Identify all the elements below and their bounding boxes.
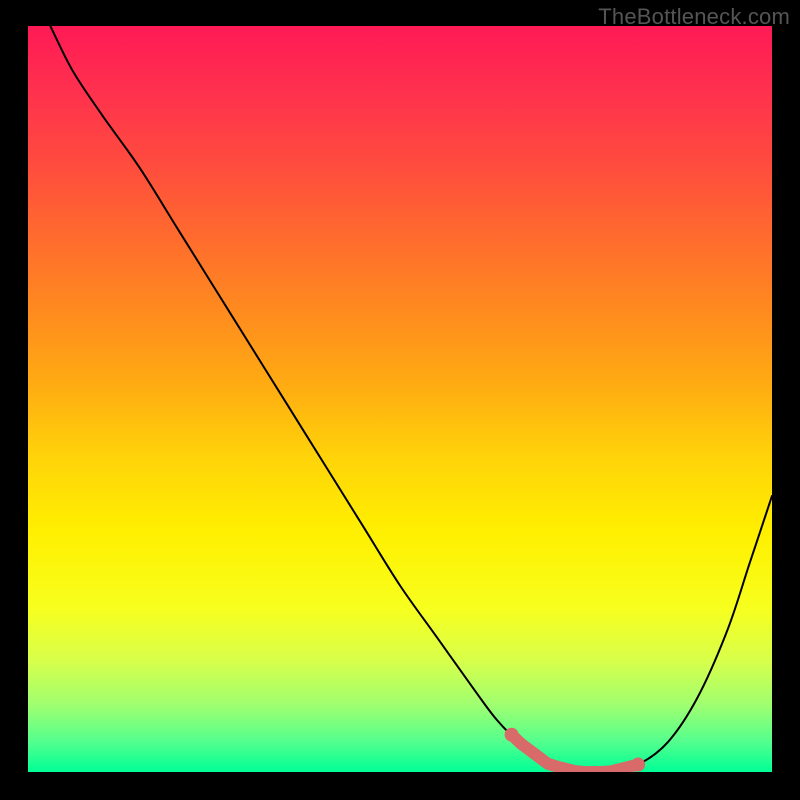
curve-path bbox=[50, 26, 772, 772]
bottleneck-curve bbox=[28, 26, 772, 772]
plot-area bbox=[28, 26, 772, 772]
flat-region-end-dot bbox=[631, 758, 645, 772]
flat-region-start-dot bbox=[505, 728, 519, 742]
flat-region-highlight bbox=[512, 735, 638, 772]
chart-frame: TheBottleneck.com bbox=[0, 0, 800, 800]
watermark-text: TheBottleneck.com bbox=[598, 4, 790, 30]
